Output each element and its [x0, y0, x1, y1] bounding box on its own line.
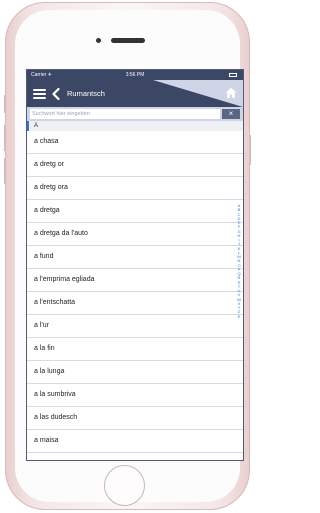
hamburger-menu-icon[interactable]: [33, 89, 46, 99]
list-item[interactable]: a chasa: [27, 131, 243, 154]
battery-icon: [229, 73, 237, 77]
side-button: [4, 95, 6, 113]
speaker-grille: [111, 38, 145, 43]
list-item[interactable]: a l'entschatta: [27, 292, 243, 315]
search-bar: ×: [27, 107, 243, 121]
list-item[interactable]: a dretga da l'auto: [27, 223, 243, 246]
list-item[interactable]: a fund: [27, 246, 243, 269]
index-letter[interactable]: È: [236, 314, 242, 319]
list-item[interactable]: a la sumbriva: [27, 384, 243, 407]
list-item[interactable]: a dretg or: [27, 154, 243, 177]
nav-bar: Rumantsch: [27, 80, 243, 107]
list-item[interactable]: a la lunga: [27, 361, 243, 384]
status-bar: Carrier ✈︎ 3:56 PM: [27, 70, 243, 80]
list-item[interactable]: a l'emprima egliada: [27, 269, 243, 292]
list-item[interactable]: a las dudesch: [27, 407, 243, 430]
alphabet-index[interactable]: A B C D E F G H I J K L M N O P Q R S T …: [236, 203, 242, 319]
section-header: A: [27, 121, 243, 131]
home-icon[interactable]: [225, 87, 237, 99]
clear-search-button[interactable]: ×: [222, 109, 240, 119]
list-item[interactable]: a dretg ora: [27, 177, 243, 200]
search-input[interactable]: [30, 109, 220, 119]
page-title: Rumantsch: [67, 89, 105, 98]
camera-icon: [96, 38, 101, 43]
volume-up-button: [4, 125, 6, 151]
list-item[interactable]: a dretga: [27, 200, 243, 223]
home-button[interactable]: [104, 465, 145, 506]
list-item[interactable]: a maisa: [27, 430, 243, 453]
volume-down-button: [4, 158, 6, 184]
power-button: [249, 135, 251, 165]
clock: 3:56 PM: [125, 72, 145, 78]
app-screen: Carrier ✈︎ 3:56 PM Rumantsch × A a chasa…: [26, 69, 244, 461]
list-item[interactable]: a la fin: [27, 338, 243, 361]
chevron-left-icon[interactable]: [51, 88, 61, 100]
list-item[interactable]: a l'ur: [27, 315, 243, 338]
